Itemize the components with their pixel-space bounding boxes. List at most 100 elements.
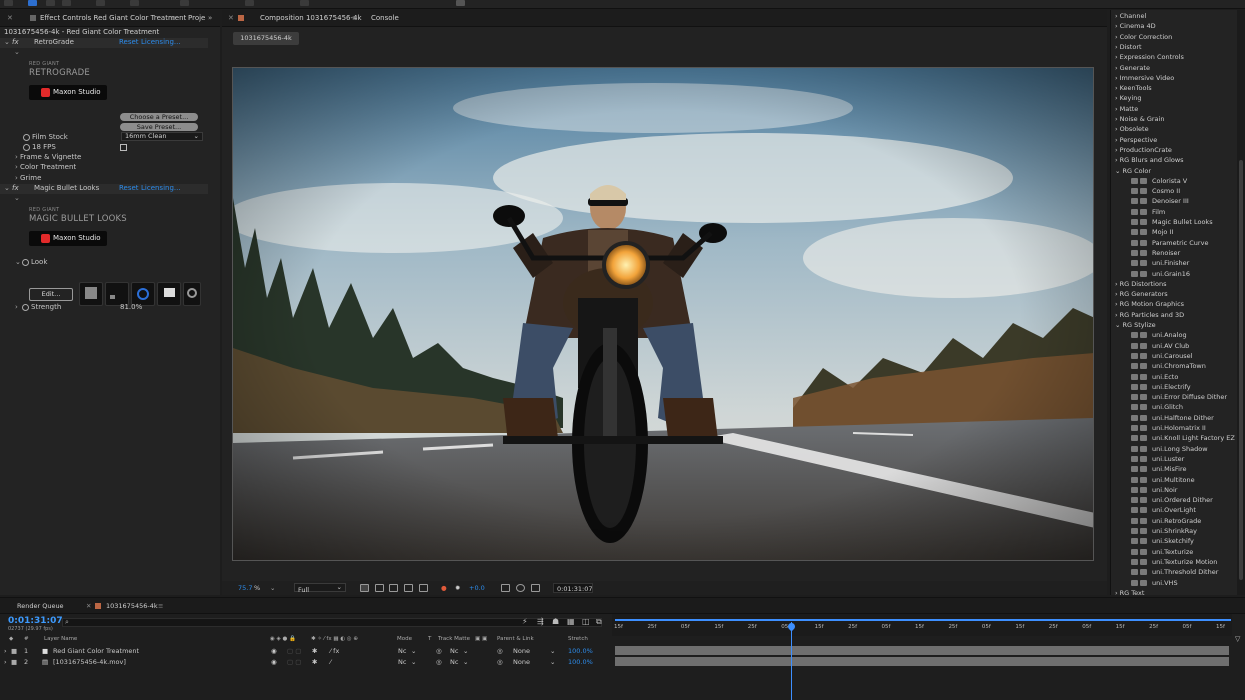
tab-timeline-comp[interactable]: 1031675456-4k (106, 602, 158, 610)
expand-arrow-icon[interactable]: › (1115, 64, 1118, 72)
effects-scrollbar[interactable] (1237, 10, 1245, 595)
expand-arrow-icon[interactable]: › (1115, 33, 1118, 41)
stopwatch-icon[interactable] (23, 134, 30, 141)
shy-switch-icon[interactable]: ✱ (312, 658, 317, 666)
visibility-eye-icon[interactable]: ◉ (271, 658, 277, 666)
puppet-tool-icon[interactable] (300, 0, 309, 6)
timeline-timecode[interactable]: 0:01:31:07 (8, 616, 63, 626)
effect-category[interactable]: › RG Distortions (1115, 280, 1166, 288)
effect-category[interactable]: › Obsolete (1115, 125, 1149, 133)
transparency-grid-icon[interactable] (375, 584, 384, 592)
collapse-triangle-icon[interactable]: ⌄ (4, 184, 10, 192)
effect-category[interactable]: › Color Correction (1115, 33, 1172, 41)
effect-category[interactable]: ⌄ RG Color (1115, 167, 1151, 175)
close-icon[interactable]: ✕ (86, 602, 91, 610)
expand-arrow-icon[interactable]: › (1115, 589, 1118, 595)
effect-item[interactable]: uni.Knoll Light Factory EZ (1131, 434, 1235, 442)
effect-category[interactable]: › RG Blurs and Glows (1115, 156, 1184, 164)
effect-category[interactable]: › Keying (1115, 94, 1141, 102)
blend-mode-dropdown[interactable]: Nc (398, 658, 406, 666)
mask-visibility-icon[interactable] (389, 584, 398, 592)
effect-item[interactable]: uni.Finisher (1131, 259, 1189, 267)
visibility-eye-icon[interactable]: ◉ (271, 647, 277, 655)
playhead-line[interactable] (791, 622, 792, 700)
motion-blur-icon[interactable]: ⚡ (522, 617, 528, 626)
pen-tool-icon[interactable] (180, 0, 189, 6)
camera-tool-icon[interactable] (130, 0, 139, 6)
effect-item[interactable]: uni.Texturize (1131, 548, 1193, 556)
effect-item[interactable]: Renoiser (1131, 249, 1180, 257)
expand-arrow-icon[interactable]: › (1115, 300, 1118, 308)
film-stock-dropdown[interactable]: 16mm Clean ⌄ (121, 132, 203, 141)
table-row[interactable]: › ■ 1 ■ Red Giant Color Treatment ◉ ▢ ▢ ✱ ⁄ fx Nc… (0, 646, 612, 656)
solo-lock-toggles[interactable]: ▢ ▢ (287, 647, 301, 655)
stretch-value[interactable]: 100.0% (568, 658, 593, 666)
expand-arrow-icon[interactable]: › (1115, 115, 1118, 123)
effect-category[interactable]: › Immersive Video (1115, 74, 1174, 82)
effect-item[interactable]: uni.ChromaTown (1131, 362, 1206, 370)
effect-item[interactable]: uni.ShrinkRay (1131, 527, 1197, 535)
draft-3d-icon[interactable]: ⇶ (537, 617, 544, 626)
column-layer-name[interactable]: Layer Name (44, 636, 77, 642)
expand-arrow-icon[interactable]: › (1115, 156, 1118, 164)
close-icon[interactable]: ✕ (228, 14, 234, 22)
expand-arrow-icon[interactable]: › (1115, 94, 1118, 102)
effect-item[interactable]: uni.Analog (1131, 331, 1187, 339)
stopwatch-icon[interactable] (22, 304, 29, 311)
collapse-triangle-icon[interactable]: ⌄ (1115, 167, 1120, 175)
expand-arrow-icon[interactable]: › (1115, 311, 1118, 319)
comp-mini-flowchart-icon[interactable]: ⧉ (596, 617, 602, 627)
tab-composition[interactable]: Composition 1031675456-4k (260, 14, 362, 22)
blend-mode-dropdown[interactable]: Nc (398, 647, 406, 655)
effect-item[interactable]: uni.Luster (1131, 455, 1184, 463)
layer-name[interactable]: Red Giant Color Treatment (53, 647, 139, 655)
tab-render-queue[interactable]: Render Queue (17, 602, 64, 610)
exposure-icon[interactable]: ✹ (455, 584, 460, 592)
show-snapshot-icon[interactable] (516, 584, 525, 592)
tab-project[interactable]: Proje (188, 14, 205, 22)
expand-arrow-icon[interactable]: › (1115, 146, 1118, 154)
effect-item[interactable]: uni.Carousel (1131, 352, 1192, 360)
expand-arrow-icon[interactable]: › (1115, 125, 1118, 133)
expand-arrow-icon[interactable]: › (15, 163, 18, 171)
effect-category[interactable]: › KeenTools (1115, 84, 1152, 92)
parent-pickwhip-icon[interactable]: ◎ (497, 658, 503, 666)
effect-item[interactable]: Denoiser III (1131, 197, 1189, 205)
comp-flowchart-chip[interactable]: 1031675456-4k (233, 32, 299, 45)
tab-effect-controls[interactable]: Effect Controls Red Giant Color Treatmen… (40, 14, 186, 22)
effect-item[interactable]: Cosmo II (1131, 187, 1180, 195)
choose-preset-button[interactable]: Choose a Preset... (120, 113, 198, 121)
selection-tool-icon[interactable] (28, 0, 37, 6)
panel-menu-icon[interactable]: ≡ (158, 602, 163, 610)
color-treatment-group[interactable]: Color Treatment (20, 163, 76, 171)
expand-arrow-icon[interactable]: › (15, 303, 18, 311)
effect-item[interactable]: uni.AV Club (1131, 342, 1189, 350)
stretch-value[interactable]: 100.0% (568, 647, 593, 655)
fx-toggle[interactable]: fx (12, 184, 19, 192)
layer-switches[interactable]: ⁄ (330, 658, 331, 666)
effect-category[interactable]: › RG Text (1115, 589, 1144, 595)
collapse-triangle-icon[interactable]: ⌄ (4, 38, 10, 46)
layer-name[interactable]: [1031675456-4k.mov] (53, 658, 126, 666)
comp-lock-icon[interactable] (238, 15, 244, 21)
effect-item[interactable]: uni.Long Shadow (1131, 445, 1208, 453)
effect-item[interactable]: Parametric Curve (1131, 239, 1208, 247)
reset-link[interactable]: Reset (119, 38, 139, 46)
snapping-icon[interactable] (456, 0, 465, 6)
effect-category[interactable]: › Channel (1115, 12, 1146, 20)
brush-tool-icon[interactable] (245, 0, 254, 6)
work-area-bar[interactable] (615, 619, 1231, 621)
expand-arrow-icon[interactable]: › (1115, 105, 1118, 113)
effect-item[interactable]: uni.Texturize Motion (1131, 558, 1217, 566)
close-icon[interactable]: ✕ (7, 14, 13, 22)
effect-item[interactable]: uni.Ecto (1131, 373, 1178, 381)
label-color-swatch[interactable]: ■ (11, 658, 17, 666)
parent-dropdown[interactable]: None (513, 658, 530, 666)
color-channels-icon[interactable]: ● (441, 584, 447, 592)
parent-dropdown[interactable]: None (513, 647, 530, 655)
expand-arrow-icon[interactable]: › (4, 647, 7, 655)
label-color-swatch[interactable]: ■ (11, 647, 17, 655)
solo-lock-toggles[interactable]: ▢ ▢ (287, 658, 301, 666)
effect-item[interactable]: uni.Multitone (1131, 476, 1195, 484)
panel-lock-icon[interactable] (30, 15, 36, 21)
